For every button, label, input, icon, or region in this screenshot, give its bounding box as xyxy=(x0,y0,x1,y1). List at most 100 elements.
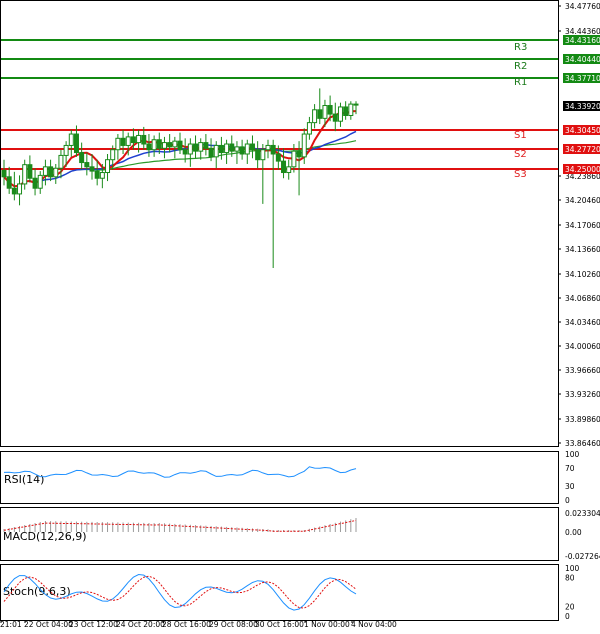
candle-body xyxy=(203,142,209,149)
candle-body xyxy=(172,140,178,148)
candle-body xyxy=(260,149,266,161)
stoch-title: Stoch(9,6,3) xyxy=(3,585,71,598)
price-tick-label: 34.06860 xyxy=(565,294,600,303)
time-axis: 21:01 22 Oct 04:0023 Oct 12:0024 Oct 20:0… xyxy=(0,620,397,629)
candle-body xyxy=(73,133,79,154)
time-label: 29 Oct 08:00 xyxy=(209,620,258,629)
candle-body xyxy=(291,150,297,168)
candle-body xyxy=(68,133,74,146)
candle-body xyxy=(332,113,338,122)
rsi-tick-label: 70 xyxy=(565,464,575,473)
candle-body xyxy=(105,159,111,174)
candle-body xyxy=(151,139,157,151)
candle-body xyxy=(193,143,199,152)
macd-tick-label: -0.027264 xyxy=(565,552,600,561)
candle-body xyxy=(286,166,292,174)
time-label: 28 Oct 16:00 xyxy=(162,620,211,629)
candle-body xyxy=(130,136,136,144)
price-tick-label: 34.44360 xyxy=(565,27,600,36)
candle-body xyxy=(198,142,204,152)
candle-body xyxy=(94,170,100,179)
candle-body xyxy=(146,143,152,151)
price-tick-label: 33.96660 xyxy=(565,366,600,375)
level-price-label-s2: 34.27720 xyxy=(565,145,600,154)
candle-body xyxy=(177,140,183,151)
level-price-label-s1: 34.30450 xyxy=(565,126,600,135)
price-tick-label: 34.13660 xyxy=(565,245,600,254)
price-tick-label: 34.20460 xyxy=(565,196,600,205)
time-label: 21:01 xyxy=(0,620,22,629)
candle-body xyxy=(161,142,167,149)
candle-body xyxy=(120,137,126,146)
rsi-title: RSI(14) xyxy=(4,473,44,486)
candle-body xyxy=(337,106,343,122)
candle-body xyxy=(208,147,214,158)
price-tick-label: 34.17060 xyxy=(565,221,600,230)
candle-body xyxy=(255,149,261,161)
stoch-tick-label: 0 xyxy=(565,612,570,621)
candle-body xyxy=(306,122,312,135)
trading-chart: 34.4776034.4436034.2386034.2046034.17060… xyxy=(0,0,600,634)
candle-body xyxy=(301,133,307,158)
candle-body xyxy=(249,143,255,151)
candle-body xyxy=(353,103,359,106)
level-name-r2: R2 xyxy=(514,61,527,72)
stoch-tick-label: 80 xyxy=(565,574,575,583)
candle-body xyxy=(182,149,188,155)
candle-body xyxy=(63,144,69,156)
level-price-label-r1: 34.37710 xyxy=(565,74,600,83)
candle-body xyxy=(167,142,173,148)
candle-body xyxy=(343,106,349,116)
candle-body xyxy=(234,146,240,152)
candle-body xyxy=(275,153,281,162)
candle-body xyxy=(296,150,302,158)
time-label: 23 Oct 12:00 xyxy=(69,620,118,629)
candle-body xyxy=(6,176,12,189)
price-tick-label: 34.00060 xyxy=(565,342,600,351)
level-name-s3: S3 xyxy=(514,169,527,180)
candle-body xyxy=(322,105,328,119)
current-price-label: 34.33920 xyxy=(565,102,600,111)
level-name-s1: S1 xyxy=(514,130,527,141)
candle-body xyxy=(22,164,28,185)
candle-body xyxy=(58,154,64,169)
price-tick-label: 34.10260 xyxy=(565,270,600,279)
time-label: 4 Nov 04:00 xyxy=(351,620,397,629)
candle-body xyxy=(125,136,131,146)
candle-body xyxy=(187,143,193,155)
candle-body xyxy=(89,166,95,172)
time-label: 22 Oct 04:00 xyxy=(24,620,73,629)
level-price-label-r2: 34.40440 xyxy=(565,55,600,64)
time-label: 24 Oct 20:00 xyxy=(116,620,165,629)
candle-body xyxy=(239,146,245,155)
candle-body xyxy=(48,166,54,178)
candle-body xyxy=(244,143,250,155)
level-name-s2: S2 xyxy=(514,149,527,160)
candle-body xyxy=(348,103,354,116)
candle-body xyxy=(312,109,318,124)
candle-body xyxy=(229,143,235,152)
price-tick-label: 34.03460 xyxy=(565,318,600,327)
level-price-label-s3: 34.25000 xyxy=(565,165,600,174)
candle-body xyxy=(79,152,85,164)
candle-body xyxy=(84,162,90,168)
candle-body xyxy=(11,187,17,195)
candle-body xyxy=(141,134,147,145)
candle-body xyxy=(1,169,7,178)
candle-body xyxy=(281,160,287,174)
stoch-tick-label: 100 xyxy=(565,564,580,573)
rsi-tick-label: 100 xyxy=(565,450,580,459)
time-label: 30 Oct 16:00 xyxy=(255,620,304,629)
price-tick-label: 33.86460 xyxy=(565,439,600,448)
candle-body xyxy=(156,139,162,149)
candle-body xyxy=(213,144,219,158)
macd-tick-label: 0.023304 xyxy=(565,509,600,518)
candle-body xyxy=(37,174,43,189)
candle-body xyxy=(17,183,23,195)
level-price-label-r3: 34.43160 xyxy=(565,36,600,45)
candle-body xyxy=(53,167,59,178)
price-tick-label: 33.89860 xyxy=(565,415,600,424)
candle-body xyxy=(218,144,224,154)
rsi-tick-label: 0 xyxy=(565,496,570,505)
candle-body xyxy=(110,149,116,161)
